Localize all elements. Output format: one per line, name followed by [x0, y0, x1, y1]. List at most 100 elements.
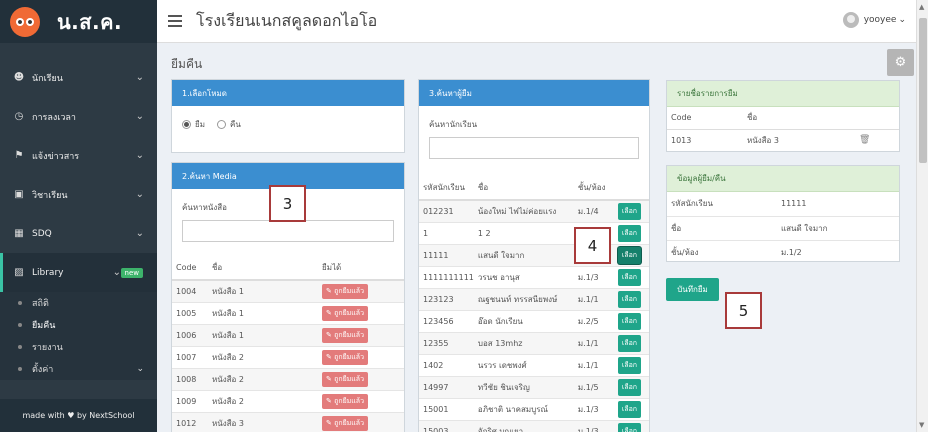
info-value: 11111: [781, 199, 807, 209]
owl-logo-icon: [10, 6, 40, 37]
column-header: ชื่อ: [208, 256, 318, 281]
school-name: โรงเรียนเนกสคูลดอกไอโอ: [196, 10, 378, 30]
pencil-icon: ✎: [326, 397, 335, 405]
select-button[interactable]: เลือก: [617, 224, 642, 242]
cell-name: ทวีชัย ชินเจริญ: [473, 375, 574, 398]
column-header: รหัสนักเรียน: [419, 176, 474, 201]
settings-button[interactable]: ⚙: [887, 49, 914, 76]
sidebar-subitem-stats[interactable]: สถิติ: [0, 292, 157, 314]
student-search-input[interactable]: [429, 137, 639, 159]
select-button[interactable]: เลือก: [617, 246, 642, 264]
page-scrollbar[interactable]: ▲ ▼: [916, 0, 928, 432]
sidebar-subitem-borrow-return[interactable]: ยืมคืน: [0, 314, 157, 336]
save-borrow-button[interactable]: บันทึกยืม: [666, 278, 719, 301]
table-row: 1009 หนังสือ 2 ✎ ถูกยืมแล้ว: [172, 389, 404, 412]
borrowed-button[interactable]: ✎ ถูกยืมแล้ว: [322, 393, 369, 409]
panel-title: ข้อมูลผู้ยืม/คืน: [667, 166, 899, 192]
borrower-panel: 3.ค้นหาผู้ยืม ค้นหานักเรียน รหัสนักเรียน…: [418, 79, 650, 432]
select-button[interactable]: เลือก: [617, 290, 642, 308]
cell-name: หนังสือ 2: [208, 389, 318, 412]
cell-name: วรนช อานุส: [473, 265, 574, 288]
table-row: 15003 จักริศ บุญเยา ม.1/3 เลือก: [419, 419, 649, 432]
mode-panel: 1.เลือกโหมด ยืม คืน: [171, 79, 405, 153]
cell-code: 1013: [667, 128, 743, 151]
cell-name: หนังสือ 1: [208, 323, 318, 346]
borrowed-label: ถูกยืมแล้ว: [334, 352, 365, 361]
chevron-down-icon: ⌄: [135, 72, 144, 83]
cell-id: 123123: [419, 287, 474, 310]
cell-name: หนังสือ 2: [208, 367, 318, 390]
chevron-down-icon: ⌄: [135, 228, 144, 239]
select-button[interactable]: เลือก: [617, 400, 642, 418]
info-label: ชั้น/ห้อง: [667, 239, 777, 261]
borrowed-button[interactable]: ✎ ถูกยืมแล้ว: [322, 349, 369, 365]
sidebar-item-subjects[interactable]: ▣ วิชาเรียน ⌄: [0, 175, 157, 214]
select-button[interactable]: เลือก: [617, 422, 642, 432]
panel-title: 3.ค้นหาผู้ยืม: [419, 80, 649, 106]
scroll-down-icon[interactable]: ▼: [919, 421, 924, 429]
sidebar-subitem-label: สถิติ: [32, 299, 49, 309]
cell-name: ณฐชนนท์ ทรรสนียพงษ์: [473, 287, 574, 310]
select-button[interactable]: เลือก: [617, 378, 642, 396]
borrowed-button[interactable]: ✎ ถูกยืมแล้ว: [322, 371, 369, 387]
cell-room: ม.1/3: [573, 397, 614, 420]
scroll-thumb[interactable]: [919, 18, 927, 163]
cell-name: หนังสือ 2: [208, 345, 318, 368]
cell-room: ม.1/1: [573, 287, 614, 310]
bullet-icon: [18, 301, 22, 305]
cell-room: ม.1/5: [573, 375, 614, 398]
select-button[interactable]: เลือก: [617, 356, 642, 374]
menu-toggle-icon[interactable]: [168, 12, 182, 30]
table-row: 123123 ณฐชนนท์ ทรรสนียพงษ์ ม.1/1 เลือก: [419, 287, 649, 310]
sidebar-subitem-report[interactable]: รายงาน: [0, 336, 157, 358]
borrowed-button[interactable]: ✎ ถูกยืมแล้ว: [322, 283, 369, 299]
cell-name: บอส 13mhz: [473, 331, 574, 354]
sidebar-item-sdq[interactable]: ▦ SDQ ⌄: [0, 214, 157, 253]
cell-name: 1 2: [473, 221, 574, 244]
select-button[interactable]: เลือก: [617, 312, 642, 330]
borrowed-label: ถูกยืมแล้ว: [334, 418, 365, 427]
radio-borrow[interactable]: [182, 120, 191, 129]
info-row: ชั้น/ห้อง ม.1/2: [667, 239, 899, 261]
trash-icon[interactable]: 🗑: [859, 135, 870, 145]
column-header: ชื่อ: [473, 176, 574, 201]
borrowed-button[interactable]: ✎ ถูกยืมแล้ว: [322, 305, 369, 321]
bullet-icon: [18, 323, 22, 327]
cell-name: น้องใหม่ ไฟไม่ค่อยแรง: [473, 199, 574, 222]
cell-code: 1009: [172, 389, 208, 412]
gear-icon: ⚙: [894, 55, 907, 70]
sidebar-item-attendance[interactable]: ◷ การลงเวลา ⌄: [0, 97, 157, 136]
cell-code: 1005: [172, 301, 208, 324]
brand-name: น.ส.ค.: [57, 9, 123, 34]
cell-id: 1: [419, 221, 474, 244]
user-menu[interactable]: yooyee ⌄: [842, 12, 906, 28]
book-search-input[interactable]: [182, 220, 394, 242]
cell-id: 14997: [419, 375, 474, 398]
scroll-up-icon[interactable]: ▲: [919, 3, 924, 11]
table-row: 1402 นรวร เดชพงศ์ ม.1/1 เลือก: [419, 353, 649, 376]
library-submenu: สถิติ ยืมคืน รายงาน ตั้งค่า ⌄: [0, 292, 157, 380]
sidebar-item-students[interactable]: ☻ นักเรียน ⌄: [0, 58, 157, 97]
borrowed-button[interactable]: ✎ ถูกยืมแล้ว: [322, 327, 369, 343]
select-button[interactable]: เลือก: [617, 268, 642, 286]
sidebar-item-library[interactable]: ▨ Library ⌄ new: [0, 253, 157, 292]
chevron-down-icon: ⌄: [135, 111, 144, 122]
select-button[interactable]: เลือก: [617, 202, 642, 220]
sidebar-subitem-settings[interactable]: ตั้งค่า ⌄: [0, 358, 157, 380]
sidebar-nav: ☻ นักเรียน ⌄ ◷ การลงเวลา ⌄ ⚑ แจ้งข่าวสาร…: [0, 58, 157, 380]
radio-return[interactable]: [216, 120, 226, 129]
callout-5: 5: [725, 292, 762, 329]
cell-name: จักริศ บุญเยา: [473, 419, 574, 432]
select-button[interactable]: เลือก: [617, 334, 642, 352]
username: yooyee: [863, 15, 897, 25]
avatar: [842, 12, 859, 28]
brand[interactable]: น.ส.ค.: [0, 0, 157, 43]
sidebar-item-announcements[interactable]: ⚑ แจ้งข่าวสาร ⌄: [0, 136, 157, 175]
info-value: แสนดี ใจมาก: [777, 215, 899, 240]
borrowed-label: ถูกยืมแล้ว: [334, 330, 365, 339]
cell-name: อ๊อด นักเรียน: [473, 309, 574, 332]
sidebar-footer: made with ♥ by NextSchool: [0, 399, 157, 432]
cell-room: ม.1/3: [573, 419, 614, 432]
borrowed-button[interactable]: ✎ ถูกยืมแล้ว: [322, 415, 369, 431]
sdq-icon: ▦: [14, 228, 24, 239]
